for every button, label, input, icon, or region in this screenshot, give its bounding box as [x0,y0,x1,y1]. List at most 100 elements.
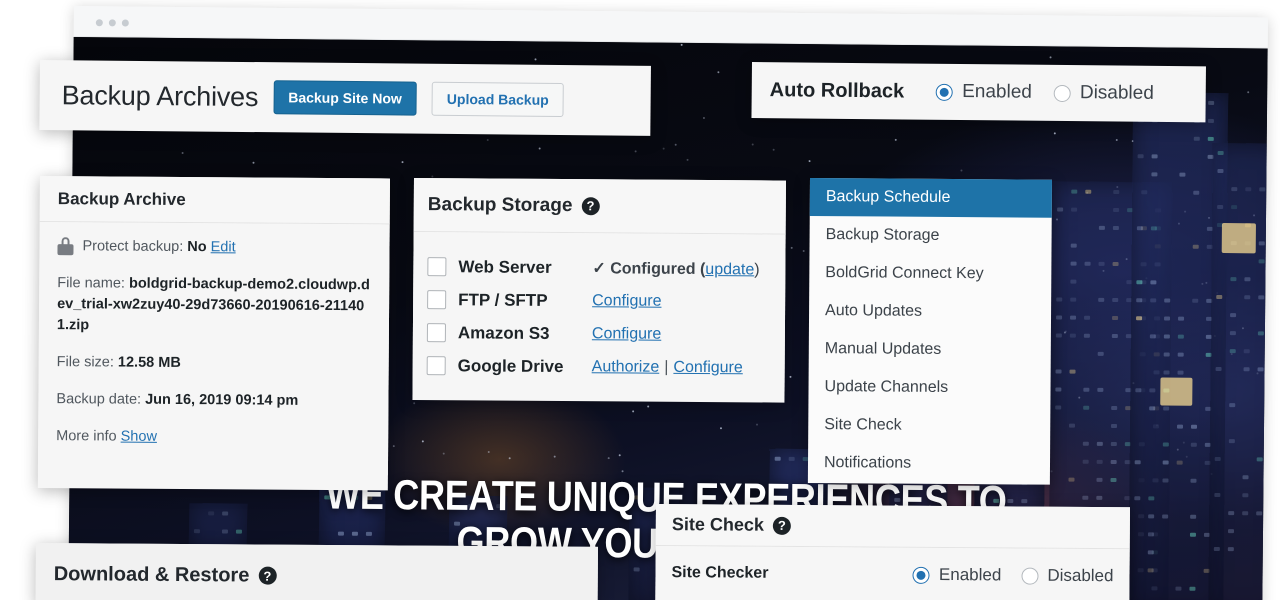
building-window [1229,349,1236,354]
upload-backup-button[interactable]: Upload Backup [431,81,564,118]
building-window [1149,406,1156,411]
menu-item-notifications[interactable]: Notifications [808,444,1050,484]
storage-configure-link-gdrive[interactable]: Configure [673,358,742,375]
site-check-panel: Site Check ? Site Checker Enabled Disabl… [655,504,1130,600]
help-icon[interactable]: ? [772,516,791,535]
building-window [1136,226,1143,231]
protect-backup-label: Protect backup: [82,238,184,256]
menu-item-update-channels[interactable]: Update Channels [808,368,1050,408]
storage-status-ftp-sftp: Configure [592,292,661,310]
building-window [1177,352,1184,357]
building-window [1112,315,1119,321]
building-window [1179,172,1186,177]
storage-paren-close: ) [754,260,760,278]
menu-item-auto-updates[interactable]: Auto Updates [809,292,1051,332]
file-name-row: File name: boldgrid-backup-demo2.cloudwp… [57,273,371,338]
checkbox-amazon-s3[interactable] [426,323,446,343]
building-window [1071,207,1078,212]
building-window [1055,405,1062,410]
menu-item-boldgrid-connect-key[interactable]: BoldGrid Connect Key [809,254,1051,294]
menu-item-backup-storage[interactable]: Backup Storage [809,216,1051,256]
city-building [1208,142,1268,600]
building-window [1070,315,1077,320]
billboard-light [1221,223,1256,254]
menu-item-site-check[interactable]: Site Check [808,406,1050,446]
backup-archive-panel: Backup Archive Protect backup: No Edit F… [37,176,390,491]
building-window [1098,297,1105,302]
building-window [1189,532,1196,537]
menu-item-backup-schedule[interactable]: Backup Schedule [809,178,1052,218]
menu-item-manual-updates[interactable]: Manual Updates [809,330,1051,370]
building-window [1071,189,1078,194]
building-window [1068,423,1076,428]
storage-update-link[interactable]: update [705,261,754,278]
lock-icon [57,237,74,256]
city-light [431,175,434,178]
building-window [1098,225,1105,230]
building-window [1258,259,1265,264]
file-name-label: File name: [57,275,126,292]
help-icon[interactable]: ? [258,566,277,585]
auto-rollback-disabled-option[interactable]: Disabled [1053,82,1154,105]
building-window [1259,187,1266,192]
site-checker-disabled-option[interactable]: Disabled [1021,566,1114,587]
window-dot-maximize[interactable] [121,19,129,27]
building-window [1083,333,1090,338]
building-window [1136,280,1143,285]
window-dot-minimize[interactable] [108,19,116,27]
more-info-show-link[interactable]: Show [121,429,157,445]
building-window [1110,459,1117,465]
building-window [1162,460,1169,465]
building-window [1112,297,1119,303]
protect-backup-edit-link[interactable]: Edit [211,239,236,255]
building-window [1082,459,1089,464]
building-window [1192,298,1199,303]
backup-archives-header: Backup Archives Backup Site Now Upload B… [39,60,651,136]
storage-configure-link-s3[interactable]: Configure [592,325,661,342]
building-window [1229,403,1236,408]
backup-storage-title: Backup Storage [427,193,573,216]
storage-configure-link-ftp[interactable]: Configure [592,292,661,309]
site-checker-enabled-option[interactable]: Enabled [912,564,1002,586]
site-checker-enabled-label: Enabled [938,564,1002,585]
building-window [1096,441,1103,446]
building-window [1070,261,1077,266]
city-light [538,147,541,150]
storage-status-google-drive: Authorize | Configure [592,358,743,377]
storage-name-web-server: Web Server [458,256,552,277]
more-info-row: More info Show [56,426,370,449]
city-light [686,158,689,161]
download-restore-header: Download & Restore ? [35,543,598,600]
storage-link-separator: | [664,358,669,376]
checkbox-google-drive[interactable] [426,356,446,376]
site-check-title: Site Check [671,514,764,535]
checkbox-ftp-sftp[interactable] [427,290,447,310]
building-window [1150,226,1157,231]
storage-row: Web Server ✓ Configured (update) [427,250,771,285]
storage-row: Amazon S3 Configure [426,316,771,351]
building-window [1069,369,1076,374]
radio-disabled-icon[interactable] [1053,84,1071,102]
city-light [719,427,722,430]
radio-enabled-icon[interactable] [936,83,954,101]
city-light [1115,138,1118,141]
building-window [1162,442,1169,447]
backup-date-label: Backup date: [56,391,142,408]
storage-authorize-link-gdrive[interactable]: Authorize [592,358,660,375]
window-dot-close[interactable] [95,19,103,27]
building-window [1208,100,1215,105]
building-window [1190,478,1197,483]
building-window [1112,225,1119,231]
building-window [1230,277,1237,282]
radio-enabled-icon[interactable] [912,566,931,584]
backup-site-now-button[interactable]: Backup Site Now [273,80,418,116]
checkbox-web-server[interactable] [427,257,447,277]
building-window [1163,406,1170,411]
building-window [1190,424,1198,429]
help-icon[interactable]: ? [581,196,600,215]
building-window [1110,423,1118,429]
radio-disabled-icon[interactable] [1021,567,1039,585]
auto-rollback-enabled-option[interactable]: Enabled [936,81,1032,104]
building-window [1257,331,1264,336]
building-window [1110,441,1117,447]
